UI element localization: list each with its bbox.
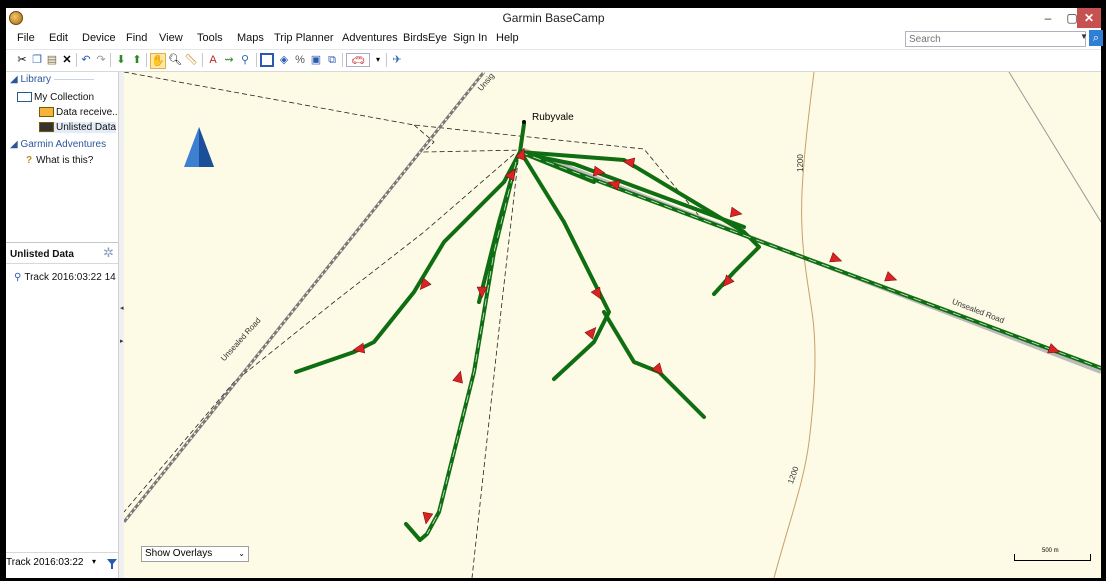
show-overlays-select[interactable]: Show Overlays ⌄ xyxy=(141,546,249,562)
track-item-icon: ⚲ xyxy=(14,272,22,283)
hand-tool-icon[interactable]: ✋ xyxy=(150,53,166,69)
search-button[interactable]: ⌕ xyxy=(1089,30,1103,46)
tree-unlisted-data[interactable]: Unlisted Data xyxy=(39,122,117,133)
send-icon[interactable]: ⬆ xyxy=(130,53,144,67)
toolbar: ✂ ❐ ▤ ✕ ↶ ↷ ⬇ ⬆ ✋ 🔍︎ 📏︎ A ⇝ ⚲ ◈ % ▣ ⧉ 🚗︎… xyxy=(6,50,1101,72)
arrow-marker xyxy=(884,271,898,282)
search-input[interactable] xyxy=(905,31,1086,47)
undo-icon[interactable]: ↶ xyxy=(79,53,93,67)
dashed-road xyxy=(124,72,705,223)
close-button[interactable]: ✕ xyxy=(1077,8,1101,28)
list-panel-title: Unlisted Data xyxy=(10,249,74,260)
track-lines-highlight xyxy=(426,151,1101,535)
menu-view[interactable]: View xyxy=(159,32,183,44)
menu-adventures[interactable]: Adventures xyxy=(342,32,398,44)
list-item[interactable]: ⚲ Track 2016:03:22 14 xyxy=(14,272,116,283)
collapse-left-icon[interactable]: ◂ xyxy=(120,304,124,312)
adventures-header[interactable]: ◢ Garmin Adventures xyxy=(10,139,106,150)
question-icon: ? xyxy=(26,155,33,166)
place-point xyxy=(522,120,526,124)
chevron-down-icon: ⌄ xyxy=(238,549,245,558)
library-header[interactable]: ◢ Library xyxy=(10,74,94,85)
tree-my-collection[interactable]: My Collection xyxy=(17,92,94,103)
contour-label: 1200 xyxy=(796,154,805,172)
menu-tools[interactable]: Tools xyxy=(197,32,223,44)
filter-icon[interactable] xyxy=(106,557,118,571)
cut-icon[interactable]: ✂ xyxy=(15,53,29,67)
title-bar: Garmin BaseCamp – ▢ ✕ xyxy=(6,8,1101,29)
menu-sign-in[interactable]: Sign In xyxy=(453,32,487,44)
left-panel: ◢ Library My Collection Data receive.. U… xyxy=(6,72,124,578)
folder-icon xyxy=(17,92,32,103)
overlay-icon[interactable]: ⧉ xyxy=(325,53,339,67)
track-icon[interactable]: ⚲ xyxy=(238,53,252,67)
place-label[interactable]: Rubyvale xyxy=(532,112,574,123)
arrow-marker xyxy=(729,206,743,218)
copy-icon[interactable]: ❐ xyxy=(30,53,44,67)
map-2d-icon[interactable] xyxy=(260,53,274,67)
menu-help[interactable]: Help xyxy=(496,32,519,44)
route-icon[interactable]: ⇝ xyxy=(222,53,236,67)
arrow-marker xyxy=(829,252,843,263)
paste-icon[interactable]: ▤ xyxy=(45,53,59,67)
receive-icon[interactable]: ⬇ xyxy=(114,53,128,67)
menu-file[interactable]: File xyxy=(17,32,35,44)
chevron-down-icon: ▾ xyxy=(92,557,97,566)
arrow-marker xyxy=(452,370,463,384)
scale-bar xyxy=(1014,554,1091,561)
expand-right-icon[interactable]: ▸ xyxy=(120,337,124,345)
menu-maps[interactable]: Maps xyxy=(237,32,264,44)
car-profile-icon[interactable]: 🚗︎ xyxy=(346,53,370,67)
contour-line xyxy=(773,72,816,578)
track-lines xyxy=(294,122,1101,542)
track-filter-combo[interactable]: Track 2016:03:22 ▾ xyxy=(6,557,106,571)
menu-birdseye[interactable]: BirdsEye xyxy=(403,32,447,44)
app-window: Garmin BaseCamp – ▢ ✕ File Edit Device F… xyxy=(0,0,1106,581)
folder-icon xyxy=(39,107,54,118)
map-canvas[interactable] xyxy=(124,72,1101,578)
zoom-icon[interactable]: 🔍︎ xyxy=(168,53,182,67)
menu-find[interactable]: Find xyxy=(126,32,147,44)
menu-trip-planner[interactable]: Trip Planner xyxy=(274,32,334,44)
waypoint-icon[interactable]: A xyxy=(206,53,220,67)
arrow-marker xyxy=(622,157,636,169)
north-arrow-icon xyxy=(184,127,214,167)
search-dropdown-icon[interactable]: ▼ xyxy=(1080,32,1088,41)
menu-edit[interactable]: Edit xyxy=(49,32,68,44)
map-3d-icon[interactable]: ◈ xyxy=(277,53,291,67)
delete-icon[interactable]: ✕ xyxy=(60,53,74,67)
map-view[interactable]: Rubyvale Unsealed Road Unsealed Road Uns… xyxy=(124,72,1101,578)
window-title: Garmin BaseCamp xyxy=(502,11,605,25)
menu-device[interactable]: Device xyxy=(82,32,116,44)
search-icon: ⌕ xyxy=(1092,32,1100,44)
north-up-icon[interactable]: ✈ xyxy=(390,53,404,67)
tree-what-is-this[interactable]: ? What is this? xyxy=(26,155,93,166)
boundary-line xyxy=(1008,72,1101,223)
menu-bar: File Edit Device Find View Tools Maps Tr… xyxy=(6,29,1103,50)
dashed-road xyxy=(471,151,520,578)
profile-icon[interactable]: % xyxy=(293,53,307,67)
folder-icon xyxy=(39,122,54,133)
chevron-down-icon[interactable]: ▾ xyxy=(371,53,385,67)
track-direction-arrows xyxy=(352,147,1061,525)
dashed-road xyxy=(124,153,515,513)
gear-icon[interactable]: ✲ xyxy=(103,245,114,261)
redo-icon[interactable]: ↷ xyxy=(94,53,108,67)
tree-data-received[interactable]: Data receive.. xyxy=(39,107,118,118)
measure-icon[interactable]: 📏︎ xyxy=(184,53,198,67)
fit-map-icon[interactable]: ▣ xyxy=(309,53,323,67)
